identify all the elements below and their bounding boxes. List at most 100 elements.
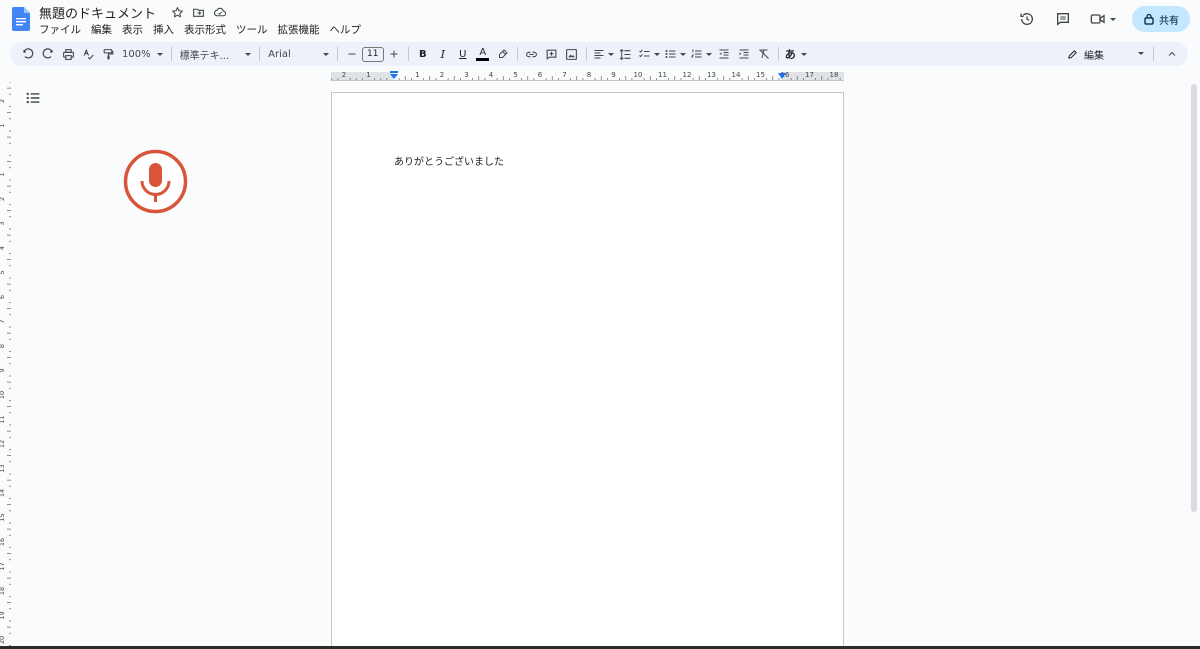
vertical-ruler-label: 12	[0, 440, 6, 448]
spellcheck-icon	[83, 48, 94, 60]
version-history-button[interactable]	[1016, 8, 1038, 30]
toolbar: 100% 標準テキ... Arial 11 B I U A あ 編集	[10, 42, 1188, 66]
document-title[interactable]: 無題のドキュメント	[39, 3, 156, 22]
spellcheck-button[interactable]	[78, 43, 98, 65]
pencil-icon	[1068, 49, 1077, 59]
vertical-ruler-label: 6	[0, 295, 6, 299]
underline-button[interactable]: U	[453, 43, 473, 65]
paint-format-button[interactable]	[98, 43, 118, 65]
align-select[interactable]	[591, 43, 616, 65]
ruler-label: 1	[415, 71, 419, 79]
vertical-ruler-label: 5	[0, 270, 6, 274]
chevron-down-icon	[322, 52, 329, 56]
text-color-swatch	[476, 57, 490, 61]
vertical-ruler-label: 9	[0, 368, 6, 372]
insert-link-button[interactable]	[522, 43, 542, 65]
checklist-select[interactable]	[636, 43, 662, 65]
document-page[interactable]: ありがとうございました	[331, 92, 844, 649]
chevron-down-icon	[705, 52, 712, 56]
menu-format[interactable]: 表示形式	[184, 22, 226, 37]
indent-icon	[739, 49, 749, 59]
paragraph-style-select[interactable]: 標準テキ...	[176, 43, 256, 65]
docs-logo-icon[interactable]	[12, 7, 30, 31]
document-body-text[interactable]: ありがとうございました	[394, 153, 504, 168]
font-family-value: Arial	[268, 48, 291, 60]
italic-button[interactable]: I	[433, 43, 453, 65]
ruler-label: 14	[732, 71, 741, 79]
voice-typing-button[interactable]	[123, 149, 188, 214]
redo-button[interactable]	[38, 43, 58, 65]
menu-extensions[interactable]: 拡張機能	[278, 22, 320, 37]
left-indent-marker-icon[interactable]	[389, 71, 399, 81]
numbered-list-select[interactable]	[688, 43, 714, 65]
right-indent-marker-icon[interactable]	[777, 73, 787, 81]
star-icon[interactable]	[170, 5, 185, 20]
decrease-font-size-button[interactable]	[342, 43, 362, 65]
toolbar-divider	[336, 47, 338, 61]
vertical-ruler-label: 14	[0, 489, 6, 497]
ruler-label: 6	[538, 71, 543, 79]
chevron-down-icon	[1138, 52, 1144, 55]
comments-button[interactable]	[1052, 8, 1074, 30]
cloud-saved-icon[interactable]	[212, 5, 227, 20]
meet-button[interactable]	[1088, 8, 1118, 30]
ruler-label: 4	[489, 71, 494, 79]
zoom-select[interactable]: 100%	[118, 43, 167, 65]
insert-image-button[interactable]	[562, 43, 582, 65]
decrease-indent-button[interactable]	[714, 43, 734, 65]
increase-indent-button[interactable]	[734, 43, 754, 65]
bulleted-list-select[interactable]	[662, 43, 688, 65]
header: 無題のドキュメント ファイル 編集 表示 挿入 表示形式 ツール 拡張機能 ヘル…	[0, 0, 1200, 40]
highlighter-icon	[498, 49, 508, 58]
hide-menus-button[interactable]	[1162, 43, 1182, 65]
move-folder-icon[interactable]	[191, 5, 206, 20]
toolbar-divider	[407, 47, 409, 61]
zoom-value: 100%	[122, 48, 151, 60]
menu-file[interactable]: ファイル	[39, 22, 81, 37]
toolbar-divider	[1153, 47, 1154, 61]
vertical-ruler-label: 15	[0, 513, 6, 521]
text-color-button[interactable]: A	[473, 43, 493, 65]
text-color-label: A	[479, 46, 487, 58]
menu-view[interactable]: 表示	[122, 22, 143, 37]
outline-list-icon	[26, 92, 40, 104]
line-spacing-button[interactable]	[616, 43, 636, 65]
document-outline-button[interactable]	[26, 92, 40, 104]
share-label: 共有	[1159, 15, 1179, 27]
vertical-ruler-label: 18	[0, 587, 6, 595]
ruler-label: 5	[513, 71, 517, 79]
ruler-label: 13	[707, 71, 716, 79]
horizontal-ruler[interactable]: 2 1 1 2 3 4 5 6 7 8 9 10 11 12 13 14 15 16 17 18	[0, 68, 1200, 82]
clear-formatting-button[interactable]	[754, 43, 774, 65]
toolbar-divider	[259, 47, 261, 61]
editing-mode-select[interactable]: 編集	[1067, 42, 1104, 66]
menu-edit[interactable]: 編集	[91, 22, 112, 37]
paint-roller-icon	[103, 48, 113, 59]
menu-insert[interactable]: 挿入	[153, 22, 174, 37]
vertical-scrollbar[interactable]	[1191, 84, 1197, 512]
input-tools-select[interactable]: あ	[783, 43, 809, 65]
vertical-ruler[interactable]: 211234567891011121314151617181920	[0, 82, 12, 649]
menu-tools[interactable]: ツール	[236, 22, 268, 37]
input-tools-label: あ	[784, 48, 796, 61]
font-family-select[interactable]: Arial	[264, 43, 333, 65]
ruler-label: 2	[342, 71, 346, 79]
vertical-ruler-label: 10	[0, 391, 6, 399]
highlight-color-button[interactable]	[493, 43, 513, 65]
link-icon	[526, 51, 538, 57]
increase-font-size-button[interactable]	[384, 43, 404, 65]
font-size-input[interactable]: 11	[361, 46, 384, 62]
ruler-label: 1	[366, 71, 370, 79]
add-comment-button[interactable]	[542, 43, 562, 65]
menu-help[interactable]: ヘルプ	[330, 22, 362, 37]
bold-button[interactable]: B	[413, 43, 433, 65]
vertical-ruler-label: 4	[0, 246, 6, 250]
vertical-ruler-ticks: 211234567891011121314151617181920	[0, 82, 11, 646]
editing-mode-value: 編集	[1084, 50, 1104, 62]
print-button[interactable]	[58, 43, 78, 65]
undo-button[interactable]	[18, 43, 38, 65]
chevron-down-icon	[156, 52, 163, 56]
vertical-ruler-label: 7	[0, 319, 6, 323]
share-button[interactable]: 共有	[1132, 6, 1190, 32]
ruler-label: 10	[634, 71, 643, 79]
